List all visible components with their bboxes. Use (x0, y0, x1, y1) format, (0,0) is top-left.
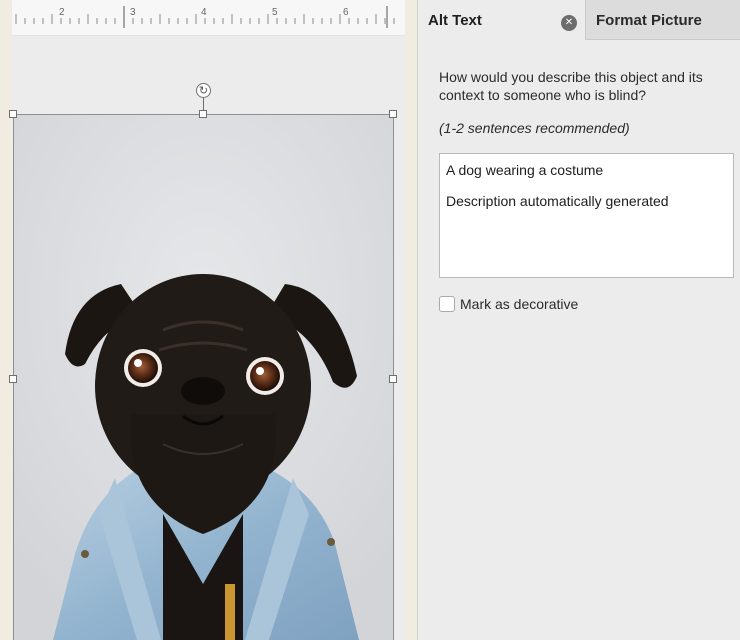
ruler-ticks (15, 6, 395, 28)
mark-decorative-row[interactable]: Mark as decorative (439, 296, 578, 312)
horizontal-ruler[interactable]: 2 3 4 5 6 (12, 0, 405, 36)
close-icon[interactable]: ✕ (561, 15, 577, 31)
tab-alt-text[interactable]: Alt Text ✕ (418, 0, 586, 40)
mark-decorative-label: Mark as decorative (460, 296, 579, 312)
alt-text-line: A dog wearing a costume (446, 162, 604, 178)
rotate-stem (203, 97, 204, 111)
pug-illustration (13, 114, 394, 640)
resize-handle-top-left[interactable] (9, 110, 17, 118)
tab-alt-text-label: Alt Text (428, 12, 482, 29)
selected-picture[interactable] (13, 114, 394, 640)
ruler-number: 4 (201, 7, 207, 18)
alt-text-input[interactable]: A dog wearing a costume Description auto… (439, 153, 734, 278)
rotate-handle-icon[interactable]: ↻ (196, 83, 211, 98)
ruler-number: 5 (272, 7, 278, 18)
alt-text-pane: Alt Text ✕ Format Picture How would you … (417, 0, 740, 640)
tab-format-picture[interactable]: Format Picture (596, 12, 702, 29)
resize-handle-right[interactable] (389, 375, 397, 383)
pane-tab-bar: Alt Text ✕ Format Picture (418, 0, 740, 40)
mark-decorative-checkbox[interactable] (439, 296, 455, 312)
ruler-number: 2 (59, 7, 65, 18)
resize-handle-top-right[interactable] (389, 110, 397, 118)
alt-text-hint: (1-2 sentences recommended) (439, 120, 630, 136)
alt-text-line: Description automatically generated (446, 193, 669, 209)
ruler-number: 3 (130, 7, 136, 18)
resize-handle-left[interactable] (9, 375, 17, 383)
alt-text-question: How would you describe this object and i… (439, 69, 703, 103)
ruler-number: 6 (343, 7, 349, 18)
resize-handle-top[interactable] (199, 110, 207, 118)
